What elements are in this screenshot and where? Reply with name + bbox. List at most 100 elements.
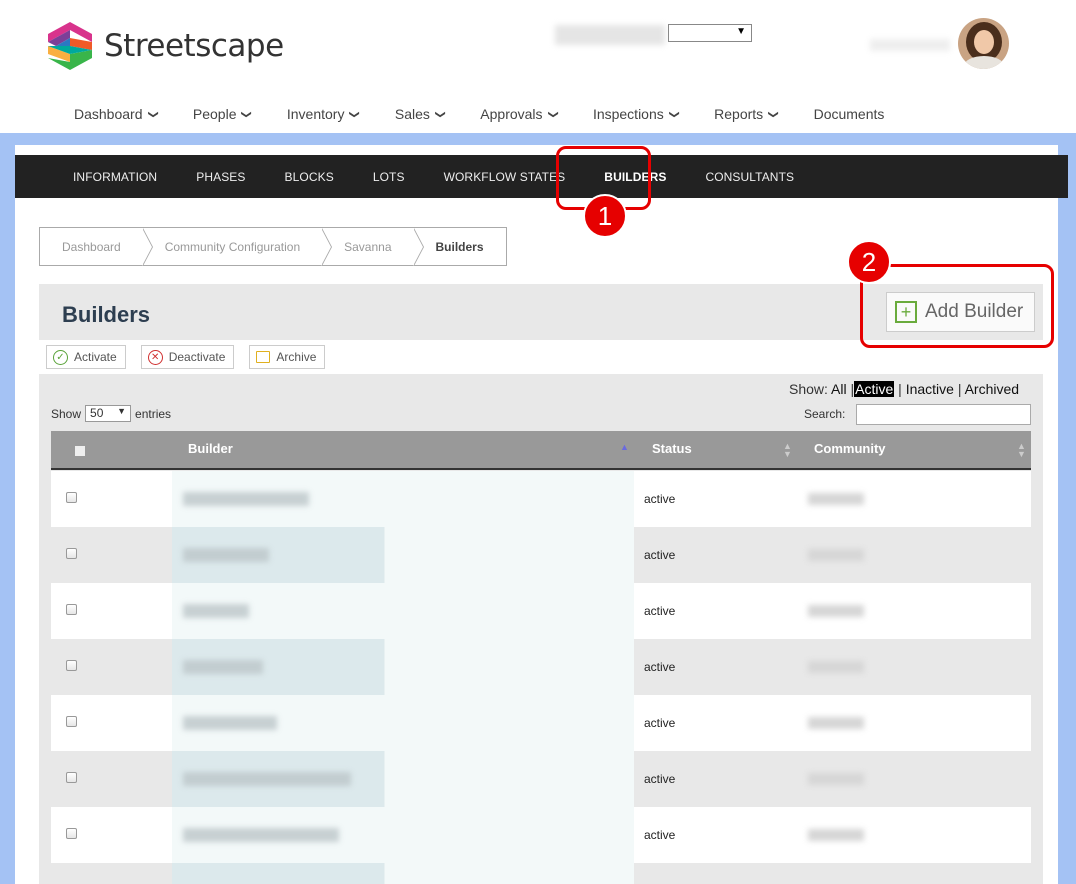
chevron-down-icon: ▼ bbox=[736, 26, 746, 37]
builder-name-blurred[interactable] bbox=[183, 828, 339, 842]
status-cell: active bbox=[644, 492, 676, 506]
callout-highlight-add-builder bbox=[860, 264, 1054, 348]
filter-archived[interactable]: Archived bbox=[965, 381, 1019, 397]
select-all-checkbox[interactable] bbox=[75, 446, 85, 456]
search-input[interactable] bbox=[856, 404, 1031, 425]
search-label: Search: bbox=[804, 407, 846, 421]
sort-asc-icon: ▲ bbox=[620, 442, 629, 452]
entries-select[interactable]: 50 ▼ bbox=[85, 405, 132, 422]
status-cell: active bbox=[644, 604, 676, 618]
community-cell-blurred bbox=[808, 605, 864, 617]
nav-dashboard[interactable]: Dashboard ❯ bbox=[74, 106, 159, 122]
builder-name-blurred[interactable] bbox=[183, 604, 249, 618]
community-cell-blurred bbox=[808, 829, 864, 841]
tab-phases[interactable]: PHASES bbox=[196, 170, 245, 184]
chevron-down-icon: ❯ bbox=[147, 109, 159, 119]
activate-button[interactable]: ✓ Activate bbox=[46, 345, 126, 369]
app-logo[interactable]: Streetscape bbox=[44, 20, 284, 72]
table-row: active bbox=[51, 751, 1031, 807]
filter-inactive[interactable]: Inactive bbox=[906, 381, 954, 397]
app-name: Streetscape bbox=[104, 28, 284, 64]
table-row: active bbox=[51, 639, 1031, 695]
nav-documents[interactable]: Documents bbox=[814, 106, 885, 122]
table-row: active bbox=[51, 527, 1031, 583]
chevron-down-icon: ❯ bbox=[349, 109, 361, 119]
x-circle-icon: ✕ bbox=[147, 349, 163, 365]
row-checkbox[interactable] bbox=[66, 772, 77, 783]
check-circle-icon: ✓ bbox=[53, 349, 68, 365]
status-cell: active bbox=[644, 660, 676, 674]
community-name-blurred bbox=[555, 25, 665, 45]
sort-icon: ▲ ▼ bbox=[1017, 441, 1026, 459]
community-cell-blurred bbox=[808, 661, 864, 673]
nav-reports[interactable]: Reports ❯ bbox=[714, 106, 779, 122]
builder-name-blurred[interactable] bbox=[183, 548, 269, 562]
breadcrumb-dashboard[interactable]: Dashboard bbox=[40, 228, 153, 266]
callout-number-1: 1 bbox=[583, 194, 627, 238]
tab-information[interactable]: INFORMATION bbox=[73, 170, 157, 184]
tab-consultants[interactable]: CONSULTANTS bbox=[705, 170, 794, 184]
row-checkbox[interactable] bbox=[66, 492, 77, 503]
archive-button[interactable]: Archive bbox=[249, 345, 326, 369]
filter-active[interactable]: Active bbox=[854, 381, 895, 397]
community-cell-blurred bbox=[808, 773, 864, 785]
chevron-down-icon: ❯ bbox=[668, 109, 680, 119]
tab-workflow-states[interactable]: WORKFLOW STATES bbox=[444, 170, 566, 184]
config-subnav: INFORMATION PHASES BLOCKS LOTS WORKFLOW … bbox=[15, 155, 1068, 198]
status-cell: active bbox=[644, 828, 676, 842]
tab-blocks[interactable]: BLOCKS bbox=[285, 170, 334, 184]
community-cell-blurred bbox=[808, 549, 864, 561]
builder-name-blurred[interactable] bbox=[183, 492, 309, 506]
row-checkbox[interactable] bbox=[66, 716, 77, 727]
breadcrumb-builders: Builders bbox=[435, 239, 484, 254]
chevron-down-icon: ❯ bbox=[547, 109, 559, 119]
status-cell: active bbox=[644, 772, 676, 786]
community-cell-blurred bbox=[808, 493, 864, 505]
row-checkbox[interactable] bbox=[66, 828, 77, 839]
avatar[interactable] bbox=[958, 18, 1009, 69]
status-cell: active bbox=[644, 548, 676, 562]
table-header: Builder ▲ Status ▲ ▼ Community ▲ ▼ bbox=[51, 431, 1031, 470]
table-row: active bbox=[51, 807, 1031, 863]
table-row: active bbox=[51, 583, 1031, 639]
row-checkbox[interactable] bbox=[66, 660, 77, 671]
main-nav: Dashboard ❯ People ❯ Inventory ❯ Sales ❯ App… bbox=[74, 106, 920, 122]
nav-inspections[interactable]: Inspections ❯ bbox=[593, 106, 680, 122]
filter-all[interactable]: All bbox=[831, 381, 847, 397]
tab-lots[interactable]: LOTS bbox=[373, 170, 405, 184]
bulk-actions: ✓ Activate ✕ Deactivate Archive bbox=[46, 345, 340, 369]
builder-name-blurred[interactable] bbox=[183, 772, 351, 786]
chevron-down-icon: ❯ bbox=[434, 109, 446, 119]
nav-people[interactable]: People ❯ bbox=[193, 106, 253, 122]
breadcrumb-community-configuration[interactable]: Community Configuration bbox=[143, 228, 333, 266]
nav-approvals[interactable]: Approvals ❯ bbox=[480, 106, 559, 122]
page-title: Builders bbox=[62, 302, 151, 327]
chevron-down-icon: ▼ bbox=[117, 406, 127, 416]
chevron-down-icon: ❯ bbox=[767, 109, 779, 119]
table-row: active bbox=[51, 471, 1031, 527]
sort-icon: ▲ ▼ bbox=[783, 441, 792, 459]
row-checkbox[interactable] bbox=[66, 548, 77, 559]
archive-box-icon bbox=[256, 351, 271, 363]
nav-inventory[interactable]: Inventory ❯ bbox=[287, 106, 361, 122]
deactivate-button[interactable]: ✕ Deactivate bbox=[140, 345, 235, 369]
chevron-down-icon: ❯ bbox=[241, 109, 253, 119]
row-checkbox[interactable] bbox=[66, 604, 77, 615]
callout-number-2: 2 bbox=[847, 240, 891, 284]
user-name-blurred bbox=[870, 39, 950, 51]
community-cell-blurred bbox=[808, 717, 864, 729]
column-status[interactable]: Status bbox=[652, 441, 692, 456]
nav-sales[interactable]: Sales ❯ bbox=[395, 106, 446, 122]
status-filter: Show: All |Active | Inactive | Archived bbox=[789, 381, 1020, 397]
table-row: active bbox=[51, 695, 1031, 751]
column-builder[interactable]: Builder bbox=[188, 441, 233, 456]
builder-name-blurred[interactable] bbox=[183, 660, 263, 674]
community-select[interactable]: ▼ bbox=[668, 24, 752, 42]
entries-control: Show 50 ▼ entries bbox=[51, 405, 172, 422]
column-community[interactable]: Community bbox=[814, 441, 886, 456]
table-row bbox=[51, 863, 1031, 884]
breadcrumb: Dashboard Community Configuration Savann… bbox=[39, 227, 507, 266]
breadcrumb-savanna[interactable]: Savanna bbox=[322, 228, 424, 266]
status-cell: active bbox=[644, 716, 676, 730]
builder-name-blurred[interactable] bbox=[183, 716, 277, 730]
